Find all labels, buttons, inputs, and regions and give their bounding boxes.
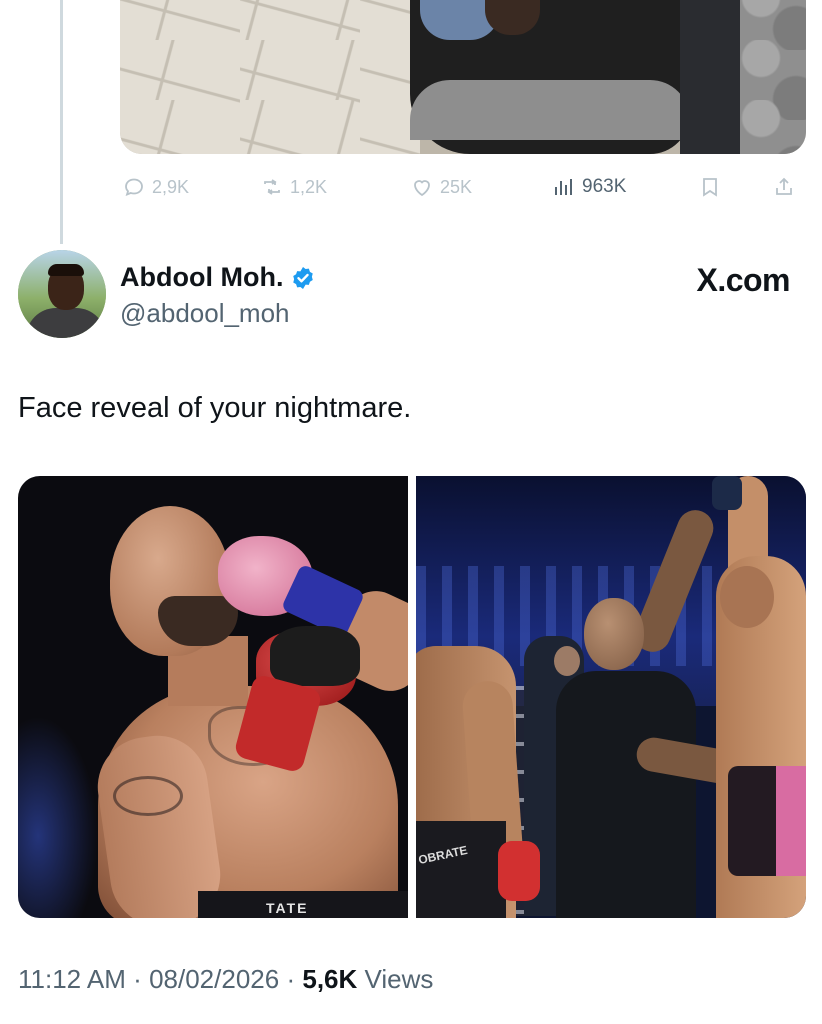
meta-separator: ·	[133, 964, 142, 994]
author-name-row: Abdool Moh.	[120, 262, 316, 293]
views-button[interactable]: 963K	[552, 175, 626, 199]
reply-button[interactable]: 2,9K	[122, 175, 189, 199]
avatar[interactable]	[18, 250, 106, 338]
like-count: 25K	[440, 176, 473, 197]
author-handle[interactable]: @abdool_moh	[120, 298, 290, 329]
retweet-icon	[264, 179, 280, 195]
bookmark-icon	[703, 178, 717, 197]
tweet-date[interactable]: 08/02/2026	[149, 964, 279, 994]
tweet-text: Face reveal of your nightmare.	[18, 392, 412, 424]
share-icon	[776, 177, 792, 195]
reply-icon	[125, 178, 143, 197]
tweet-image-right[interactable]: OBRATE	[416, 476, 806, 918]
views-icon	[555, 179, 572, 195]
retweet-button[interactable]: 1,2K	[260, 175, 327, 199]
verified-badge-icon	[290, 265, 316, 291]
like-icon	[414, 180, 430, 197]
views-count: 963K	[582, 176, 627, 197]
reply-count: 2,9K	[152, 176, 190, 197]
previous-tweet-image[interactable]	[120, 0, 806, 154]
tweet-meta: 11:12 AM · 08/02/2026 · 5,6K Views	[18, 964, 433, 995]
watermark-xcom: X.com	[696, 262, 790, 298]
bookmark-button[interactable]	[698, 175, 722, 199]
share-button[interactable]	[772, 175, 796, 199]
tweet-views-label: Views	[364, 964, 434, 994]
thread-connector-line	[60, 0, 63, 244]
meta-separator: ·	[286, 964, 296, 994]
like-button[interactable]: 25K	[410, 175, 472, 199]
author-name[interactable]: Abdool Moh.	[120, 262, 283, 293]
tweet-media-grid: TATE OBRATE	[18, 476, 806, 918]
previous-tweet-action-bar: 2,9K 1,2K 25K 963K	[120, 172, 810, 202]
tweet-views-count[interactable]: 5,6K	[302, 964, 357, 994]
image-shorts-text-left: TATE	[266, 900, 309, 916]
retweet-count: 1,2K	[290, 176, 328, 197]
tweet-image-left[interactable]: TATE	[18, 476, 408, 918]
tweet-time[interactable]: 11:12 AM	[18, 964, 126, 994]
